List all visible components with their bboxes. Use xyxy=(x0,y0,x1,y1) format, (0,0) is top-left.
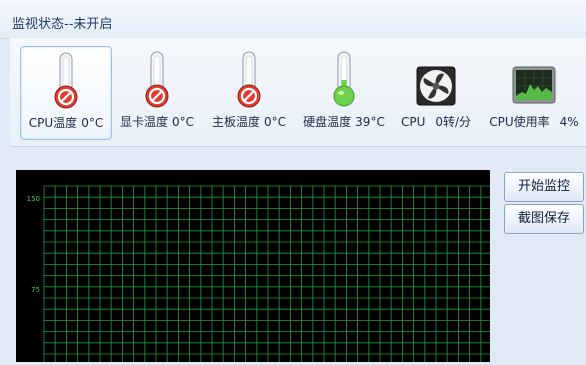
y-tick-label: 75 xyxy=(31,286,40,294)
thermometer-disabled-icon xyxy=(145,51,169,108)
sensor-label: CPU 0转/分 xyxy=(400,115,472,129)
sensor-cpu-temp[interactable]: CPU温度 0°C xyxy=(20,46,112,140)
window-title: 监视状态--未开启 xyxy=(12,17,113,32)
sensor-label: 硬盘温度 39°C xyxy=(303,115,385,129)
y-tick-label: 150 xyxy=(27,195,40,203)
sensor-motherboard-temp[interactable]: 主板温度 0°C xyxy=(204,46,294,138)
sensor-panel: CPU温度 0°C 显卡温度 0°C 主板温度 0°C 硬盘温度 39°C CP… xyxy=(10,38,586,146)
sensor-label: 主板温度 0°C xyxy=(211,115,287,129)
cpu-usage-monitor-icon xyxy=(512,66,556,104)
monitor-chart: 150 75 xyxy=(16,170,493,365)
divider xyxy=(10,146,586,147)
sensor-label: CPU温度 0°C xyxy=(28,116,104,130)
sensor-label: CPU使用率 4% xyxy=(489,115,579,129)
thermometer-disabled-icon xyxy=(54,52,78,109)
sensor-hdd-temp[interactable]: 硬盘温度 39°C xyxy=(296,46,392,138)
monitor-chart-svg: 150 75 xyxy=(27,185,493,365)
fan-icon xyxy=(416,66,456,106)
sensor-gpu-temp[interactable]: 显卡温度 0°C xyxy=(112,46,202,138)
sensor-cpu-fan[interactable]: CPU 0转/分 xyxy=(396,46,476,138)
screenshot-save-button[interactable]: 截图保存 xyxy=(504,204,584,234)
sensor-cpu-usage[interactable]: CPU使用率 4% xyxy=(486,46,582,138)
sensor-label: 显卡温度 0°C xyxy=(119,115,195,129)
title-bar: 监视状态--未开启 xyxy=(0,0,586,39)
start-monitor-button[interactable]: 开始监控 xyxy=(504,172,584,202)
thermometer-disabled-icon xyxy=(237,51,261,108)
thermometer-green-icon xyxy=(333,51,355,107)
